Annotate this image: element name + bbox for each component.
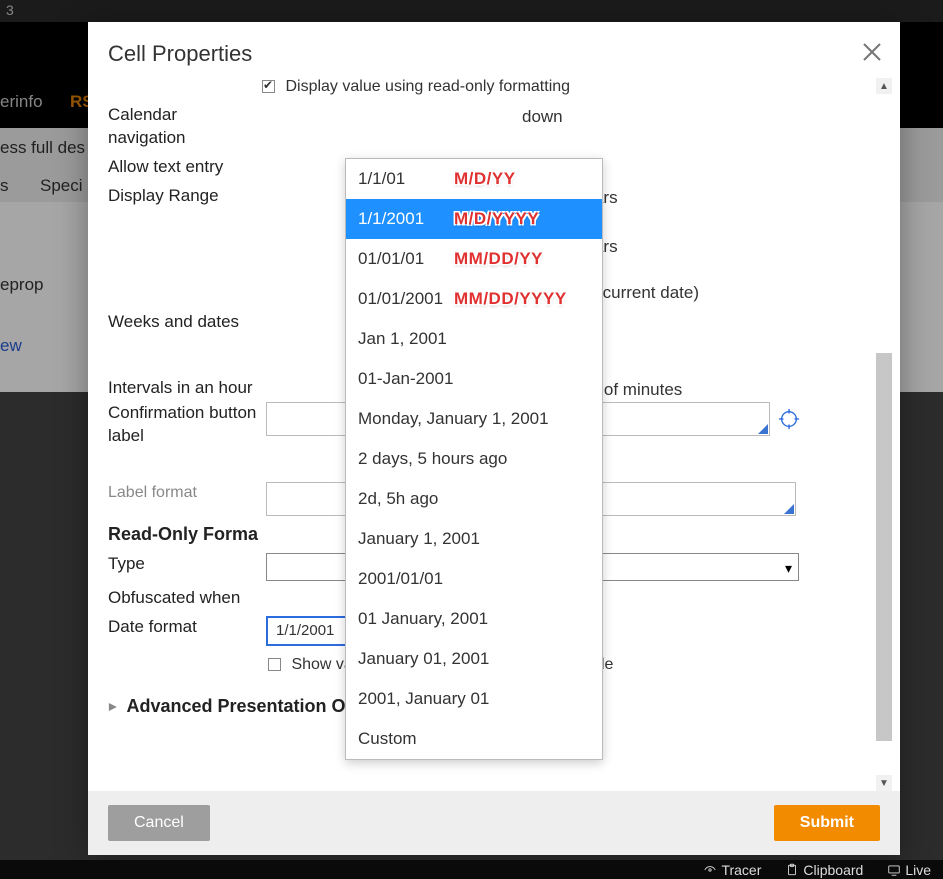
date-format-option[interactable]: 2d, 5h ago xyxy=(346,479,602,519)
app-footer-toolbar: Tracer Clipboard Live xyxy=(0,860,943,879)
date-format-option-badge: M/D/YYYY xyxy=(454,209,539,229)
scroll-thumb[interactable] xyxy=(876,353,892,741)
clipboard-label: Clipboard xyxy=(803,862,863,878)
date-format-option-label: January 1, 2001 xyxy=(358,529,480,549)
tracer-label: Tracer xyxy=(721,862,761,878)
display-value-ro-checkbox[interactable] xyxy=(262,80,275,93)
scroll-down-icon[interactable]: ▼ xyxy=(876,775,892,791)
date-format-option[interactable]: 01-Jan-2001 xyxy=(346,359,602,399)
allow-text-entry-label: Allow text entry xyxy=(108,156,258,179)
date-format-dropdown[interactable]: 1/1/01 M/D/YY 1/1/2001 M/D/YYYY 01/01/01 MM/D… xyxy=(345,158,603,760)
tracer-tool[interactable]: Tracer xyxy=(703,862,761,878)
date-format-option-label: 2001/01/01 xyxy=(358,569,443,589)
crosshair-icon[interactable] xyxy=(778,408,800,430)
date-format-option-label: January 01, 2001 xyxy=(358,649,489,669)
modal-header: Cell Properties xyxy=(88,22,900,70)
date-format-option[interactable]: Jan 1, 2001 xyxy=(346,319,602,359)
display-range-label: Display Range xyxy=(108,185,258,208)
display-range-years-before: years xyxy=(576,234,872,260)
clipboard-icon xyxy=(785,863,799,877)
date-format-option-label: 01 January, 2001 xyxy=(358,609,488,629)
date-format-option-label: 01/01/01 xyxy=(358,249,424,269)
date-format-option-label: 2d, 5h ago xyxy=(358,489,438,509)
date-format-option-label: 2001, January 01 xyxy=(358,689,489,709)
date-format-option-label: 2 days, 5 hours ago xyxy=(358,449,507,469)
date-format-option-label: Custom xyxy=(358,729,417,749)
date-format-option[interactable]: 01/01/01 MM/DD/YY xyxy=(346,239,602,279)
display-value-ro-label: Display value using read-only formatting xyxy=(285,78,570,95)
chevron-right-icon[interactable]: ▾ xyxy=(108,703,122,711)
date-format-option-label: 01-Jan-2001 xyxy=(358,369,453,389)
date-format-label: Date format xyxy=(108,616,258,639)
calendar-nav-value: down xyxy=(522,107,563,126)
weeks-dates-label: Weeks and dates xyxy=(108,311,258,334)
obfuscated-label: Obfuscated when xyxy=(108,587,258,610)
modal-scrollbar[interactable]: ▲ ▼ xyxy=(876,78,892,791)
show-validation-checkbox[interactable] xyxy=(268,658,281,671)
display-range-years-after: years xyxy=(576,185,872,211)
date-format-option[interactable]: 2001, January 01 xyxy=(346,679,602,719)
date-format-option-label: 1/1/2001 xyxy=(358,209,424,229)
confirm-button-label: Confirmation button label xyxy=(108,402,258,448)
live-tool[interactable]: Live xyxy=(887,862,931,878)
close-icon[interactable] xyxy=(860,40,884,64)
live-icon xyxy=(887,863,901,877)
date-format-option[interactable]: January 1, 2001 xyxy=(346,519,602,559)
live-label: Live xyxy=(905,862,931,878)
date-format-option-label: 01/01/2001 xyxy=(358,289,443,309)
modal-body: Display value using read-only formatting… xyxy=(88,78,900,791)
tracer-icon xyxy=(703,863,717,877)
type-label: Type xyxy=(108,553,258,576)
scroll-up-icon[interactable]: ▲ xyxy=(876,78,892,94)
date-format-option[interactable]: 1/1/01 M/D/YY xyxy=(346,159,602,199)
date-format-option[interactable]: Custom xyxy=(346,719,602,759)
date-format-option-badge: M/D/YY xyxy=(454,169,516,189)
intervals-label: Intervals in an hour xyxy=(108,377,258,400)
date-format-option-label: Jan 1, 2001 xyxy=(358,329,447,349)
date-format-option[interactable]: January 01, 2001 xyxy=(346,639,602,679)
modal-footer: Cancel Submit xyxy=(88,791,900,855)
modal-title: Cell Properties xyxy=(108,41,252,67)
label-format-label: Label format xyxy=(108,482,258,504)
date-format-option[interactable]: 2 days, 5 hours ago xyxy=(346,439,602,479)
calendar-nav-label: Calendar navigation xyxy=(108,104,258,150)
date-format-option[interactable]: 2001/01/01 xyxy=(346,559,602,599)
date-format-option-label: 1/1/01 xyxy=(358,169,405,189)
date-format-option-label: Monday, January 1, 2001 xyxy=(358,409,549,429)
cancel-button[interactable]: Cancel xyxy=(108,805,210,841)
date-format-option[interactable]: 01/01/2001 MM/DD/YYYY xyxy=(346,279,602,319)
cell-properties-modal: Cell Properties Display value using read… xyxy=(88,22,900,855)
date-format-option-badge: MM/DD/YY xyxy=(454,249,543,269)
date-format-selected-value: 1/1/2001 xyxy=(276,620,334,643)
submit-button[interactable]: Submit xyxy=(774,805,880,841)
date-format-option-badge: MM/DD/YYYY xyxy=(454,289,567,309)
clipboard-tool[interactable]: Clipboard xyxy=(785,862,863,878)
date-format-option[interactable]: 1/1/2001 M/D/YYYY xyxy=(346,199,602,239)
date-format-option[interactable]: Monday, January 1, 2001 xyxy=(346,399,602,439)
date-format-option[interactable]: 01 January, 2001 xyxy=(346,599,602,639)
